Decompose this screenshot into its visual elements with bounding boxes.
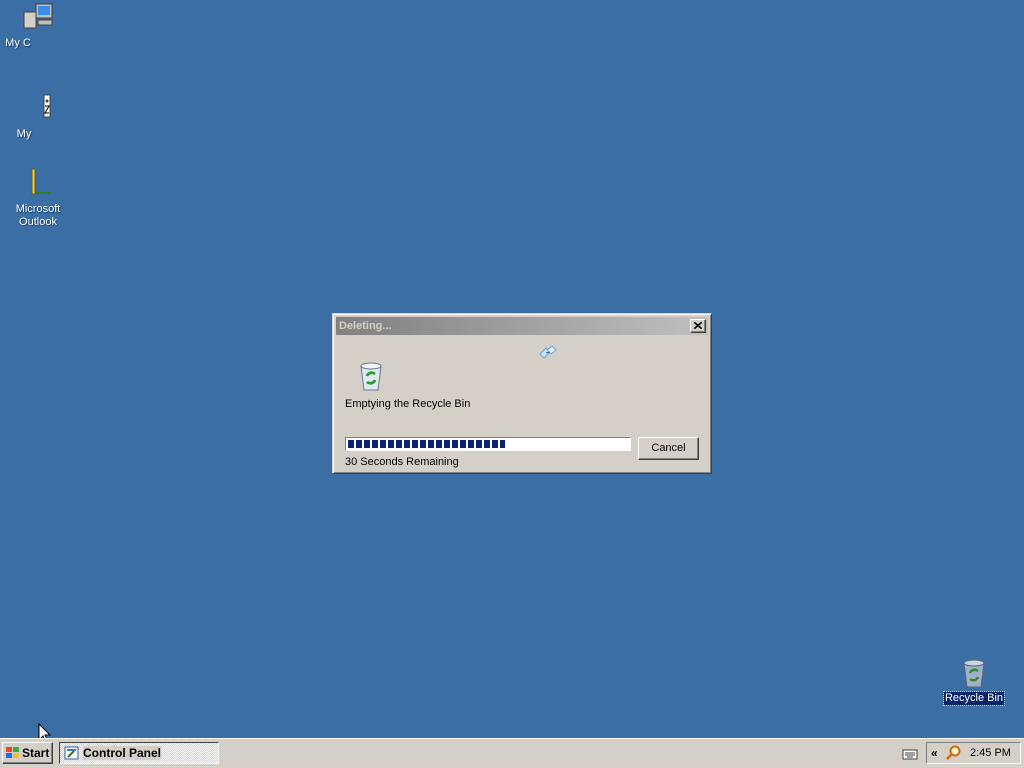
start-label: Start: [22, 746, 50, 760]
dialog-message: Emptying the Recycle Bin: [345, 398, 471, 410]
time-remaining: 30 Seconds Remaining: [345, 456, 459, 468]
recycle-bin-icon: [360, 362, 382, 391]
deleting-dialog: Deleting... Emptying the Recycle Bin 30 …: [332, 313, 712, 474]
cancel-button[interactable]: Cancel: [638, 437, 699, 460]
task-button-control-panel[interactable]: Control Panel: [59, 742, 219, 764]
clock[interactable]: 2:45 PM: [970, 747, 1011, 759]
outlook-icon: [31, 168, 51, 195]
system-tray: « 2:45 PM: [926, 742, 1021, 764]
desktop-icon-label: My: [16, 128, 32, 140]
desktop-icon-label: Microsoft Outlook: [15, 203, 61, 228]
task-label: Control Panel: [83, 746, 162, 760]
progress-bar: [345, 437, 631, 451]
my-documents-icon: [43, 94, 51, 118]
recycle-bin-icon: [963, 659, 985, 688]
dialog-titlebar[interactable]: Deleting...: [336, 317, 708, 335]
my-computer-icon: [23, 3, 53, 29]
show-hidden-icons-button[interactable]: «: [931, 746, 938, 760]
close-icon: [694, 322, 702, 329]
desktop-icon-my-computer[interactable]: My C: [0, 2, 76, 50]
desktop-icon-my-documents[interactable]: My: [0, 93, 76, 141]
taskbar: Start Control Panel « 2:45 PM: [0, 738, 1024, 768]
search-icon[interactable]: [945, 745, 963, 761]
close-button[interactable]: [690, 319, 706, 333]
start-button[interactable]: Start: [2, 742, 53, 764]
control-panel-icon: [64, 746, 79, 760]
desktop-icon-outlook[interactable]: Microsoft Outlook: [0, 168, 76, 229]
desktop-icon-label: My C: [5, 37, 31, 49]
desktop-icon-label: Recycle Bin: [942, 691, 1006, 706]
flying-papers-icon: [539, 345, 557, 359]
keyboard-icon[interactable]: [902, 748, 918, 760]
windows-logo-icon: [6, 747, 19, 758]
progress-fill: [348, 440, 505, 448]
desktop-icon-recycle-bin[interactable]: Recycle Bin: [936, 657, 1012, 706]
dialog-title: Deleting...: [339, 320, 392, 332]
